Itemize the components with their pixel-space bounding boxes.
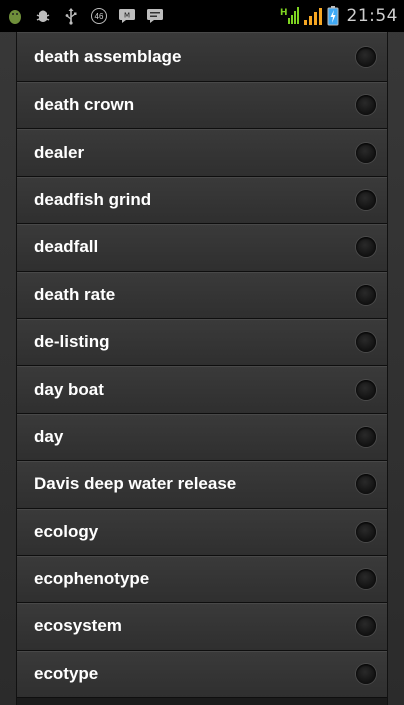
list-item[interactable]: ecophenotype (17, 555, 387, 604)
list-item-label: death crown (34, 95, 135, 115)
list-item[interactable]: death crown (17, 82, 387, 130)
status-bar: 46 M H 21:54 (0, 0, 404, 32)
radio-button[interactable] (356, 663, 376, 684)
list-item[interactable]: deadfall (17, 224, 387, 272)
network-type-label: H (280, 8, 288, 18)
radio-button[interactable] (356, 426, 376, 447)
list-item[interactable]: ecology (17, 508, 387, 556)
list-item-label: Davis deep water release (34, 474, 237, 494)
list-item-label: deadfall (34, 237, 99, 257)
bug-icon (34, 7, 52, 25)
radio-button[interactable] (356, 332, 376, 353)
list-item[interactable]: ecosystem (17, 603, 387, 651)
screen: 46 M H 21:54 death assemblage death crow… (0, 0, 404, 705)
chat-icon (146, 7, 164, 25)
android-icon (6, 7, 24, 25)
list-item[interactable]: dealer (17, 129, 387, 177)
svg-text:M: M (124, 12, 130, 20)
notification-icons: 46 M (6, 7, 164, 25)
list-item-label: ecosystem (34, 616, 122, 636)
list-item-label: day (34, 426, 64, 446)
message-icon: M (118, 7, 136, 25)
radio-button[interactable] (356, 284, 376, 305)
term-list[interactable]: death assemblage death crown dealer deadfis… (16, 32, 388, 705)
radio-button[interactable] (356, 95, 376, 116)
cell-signal-icon (303, 7, 323, 25)
radio-button[interactable] (356, 569, 376, 590)
list-item[interactable]: Davis deep water release (17, 461, 387, 509)
badge-46-icon: 46 (90, 7, 108, 25)
list-item-label: dealer (34, 142, 85, 162)
status-clock: 21:54 (346, 6, 398, 26)
radio-button[interactable] (356, 46, 376, 67)
list-item-label: death assemblage (34, 46, 182, 66)
list-item-label: day boat (34, 379, 104, 399)
list-item-label: ecophenotype (34, 569, 150, 589)
list-item[interactable]: de-listing (17, 318, 387, 367)
list-item-label: deadfish grind (34, 189, 152, 209)
battery-icon (327, 6, 339, 26)
radio-button[interactable] (356, 142, 376, 163)
list-item-label: de-listing (34, 332, 110, 352)
list-item[interactable]: day (17, 413, 387, 462)
data-signal-icon: H (279, 7, 299, 25)
radio-button[interactable] (356, 474, 376, 495)
list-item-label: ecology (34, 521, 99, 541)
radio-button[interactable] (356, 379, 376, 400)
list-item[interactable]: day boat (17, 366, 387, 414)
radio-button[interactable] (356, 616, 376, 637)
radio-button[interactable] (356, 237, 376, 258)
list-item[interactable]: ecotype (17, 650, 387, 699)
radio-button[interactable] (356, 521, 376, 542)
usb-icon (62, 7, 80, 25)
badge-46-text: 46 (91, 8, 107, 24)
list-item-label: ecotype (34, 663, 99, 683)
list-item[interactable]: death assemblage (17, 32, 387, 82)
list-item-label: death rate (34, 284, 116, 304)
list-item[interactable]: death rate (17, 271, 387, 319)
radio-button[interactable] (356, 189, 376, 210)
list-item[interactable]: deadfish grind (17, 176, 387, 225)
system-indicators: H 21:54 (279, 6, 399, 26)
